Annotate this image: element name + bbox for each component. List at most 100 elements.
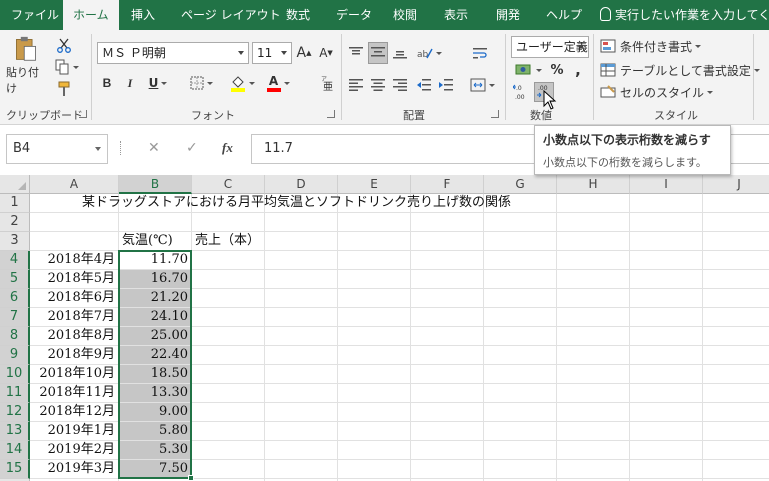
cell-h10[interactable] [557,365,630,384]
cell-h3[interactable] [557,232,630,251]
orientation-button[interactable]: ab [414,42,444,64]
cell-i15[interactable] [630,460,703,479]
cell-j14[interactable] [703,441,769,460]
cell-j5[interactable] [703,270,769,289]
cell-i12[interactable] [630,403,703,422]
row-header-7[interactable]: 7 [0,308,30,327]
merge-center-button[interactable] [466,74,498,96]
cell-g14[interactable] [484,441,557,460]
tab-developer[interactable]: 開発 [496,0,520,30]
paste-button[interactable]: 貼り付け [6,36,46,96]
cell-f13[interactable] [411,422,484,441]
cell-h12[interactable] [557,403,630,422]
cell-a3[interactable] [30,232,119,251]
row-header-3[interactable]: 3 [0,232,30,251]
cell-h11[interactable] [557,384,630,403]
cell-j2[interactable] [703,213,769,232]
cell-b11[interactable]: 13.30 [119,384,192,403]
cell-i1[interactable] [630,194,703,213]
cell-c4[interactable] [192,251,265,270]
cell-g3[interactable] [484,232,557,251]
cell-i14[interactable] [630,441,703,460]
formula-bar-grip[interactable] [120,141,122,155]
cell-h13[interactable] [557,422,630,441]
cell-d11[interactable] [265,384,338,403]
cell-e2[interactable] [338,213,411,232]
cell-c15[interactable] [192,460,265,479]
tab-view[interactable]: 表示 [444,0,468,30]
cell-a9[interactable]: 2018年9月 [30,346,119,365]
cell-d8[interactable] [265,327,338,346]
row-header-6[interactable]: 6 [0,289,30,308]
shrink-font-button[interactable]: A ▼ [318,42,334,64]
decrease-indent-button[interactable] [414,74,434,96]
cell-b14[interactable]: 5.30 [119,441,192,460]
cell-d6[interactable] [265,289,338,308]
cell-j8[interactable] [703,327,769,346]
cell-i11[interactable] [630,384,703,403]
font-color-button[interactable]: A [262,72,294,94]
tab-data[interactable]: データ [336,0,372,30]
cell-e15[interactable] [338,460,411,479]
font-launcher-icon[interactable] [327,110,335,118]
cell-j1[interactable] [703,194,769,213]
name-box[interactable]: B4 [6,134,108,164]
cell-b4[interactable]: 11.70 [119,251,192,270]
row-header-10[interactable]: 10 [0,365,30,384]
clipboard-launcher-icon[interactable] [79,110,87,118]
cell-b7[interactable]: 24.10 [119,308,192,327]
cell-c14[interactable] [192,441,265,460]
cell-i9[interactable] [630,346,703,365]
cell-j4[interactable] [703,251,769,270]
cell-f8[interactable] [411,327,484,346]
align-bottom-button[interactable] [390,42,410,64]
cell-e7[interactable] [338,308,411,327]
row-header-8[interactable]: 8 [0,327,30,346]
cell-b9[interactable]: 22.40 [119,346,192,365]
cell-e13[interactable] [338,422,411,441]
tab-file[interactable]: ファイル [11,0,59,30]
cell-a11[interactable]: 2018年11月 [30,384,119,403]
cell-f6[interactable] [411,289,484,308]
fill-handle[interactable] [188,475,194,481]
cell-d5[interactable] [265,270,338,289]
cell-a6[interactable]: 2018年6月 [30,289,119,308]
cell-j9[interactable] [703,346,769,365]
tab-review[interactable]: 校閲 [393,0,417,30]
cell-a4[interactable]: 2018年4月 [30,251,119,270]
format-as-table-button[interactable]: テーブルとして書式設定 [600,60,760,80]
cell-h9[interactable] [557,346,630,365]
cell-j15[interactable] [703,460,769,479]
italic-button[interactable]: I [120,72,140,94]
align-middle-button[interactable] [368,42,388,64]
tab-insert[interactable]: 挿入 [131,0,155,30]
cell-f14[interactable] [411,441,484,460]
cell-f2[interactable] [411,213,484,232]
cell-d4[interactable] [265,251,338,270]
align-right-button[interactable] [390,74,410,96]
cell-h2[interactable] [557,213,630,232]
cell-h14[interactable] [557,441,630,460]
cell-a13[interactable]: 2019年1月 [30,422,119,441]
cell-f11[interactable] [411,384,484,403]
accounting-format-button[interactable] [512,60,544,80]
cell-j3[interactable] [703,232,769,251]
cell-f3[interactable] [411,232,484,251]
cell-d12[interactable] [265,403,338,422]
cell-a7[interactable]: 2018年7月 [30,308,119,327]
cell-i10[interactable] [630,365,703,384]
row-header-9[interactable]: 9 [0,346,30,365]
cell-f4[interactable] [411,251,484,270]
row-header-2[interactable]: 2 [0,213,30,232]
cell-a10[interactable]: 2018年10月 [30,365,119,384]
underline-button[interactable]: U [143,72,173,94]
cell-a15[interactable]: 2019年3月 [30,460,119,479]
cell-f9[interactable] [411,346,484,365]
row-header-4[interactable]: 4 [0,251,30,270]
cell-g13[interactable] [484,422,557,441]
cell-b10[interactable]: 18.50 [119,365,192,384]
cell-j10[interactable] [703,365,769,384]
cell-e12[interactable] [338,403,411,422]
cell-g10[interactable] [484,365,557,384]
cell-f5[interactable] [411,270,484,289]
